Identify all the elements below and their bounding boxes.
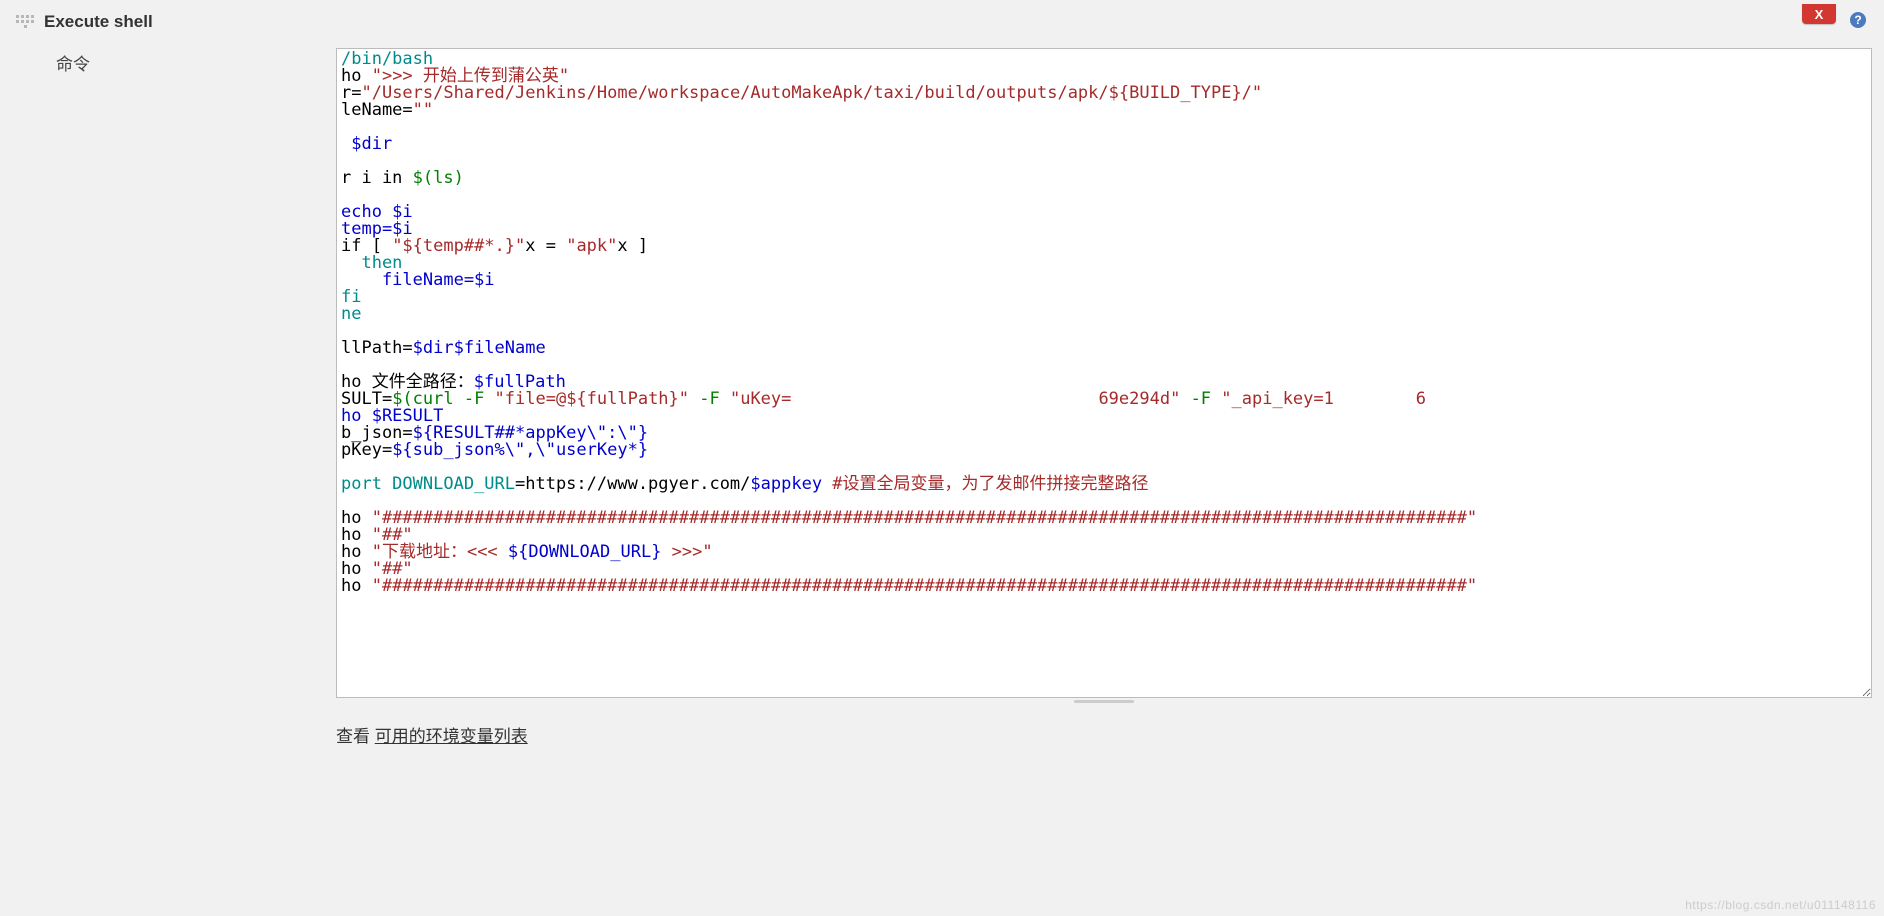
- execute-shell-step: Execute shell X ? 命令 /bin/bash ho ">>> 开…: [12, 8, 1872, 747]
- command-label: 命令: [44, 48, 336, 75]
- drag-handle-icon[interactable]: [16, 12, 34, 30]
- delete-step-button[interactable]: X: [1802, 4, 1836, 24]
- watermark-text: https://blog.csdn.net/u011148116: [1685, 898, 1876, 912]
- env-vars-link[interactable]: 可用的环境变量列表: [375, 727, 528, 746]
- step-header: Execute shell X ?: [44, 8, 1872, 36]
- resize-grip-icon[interactable]: [336, 700, 1872, 708]
- command-area-wrap: /bin/bash ho ">>> 开始上传到蒲公英" r="/Users/Sh…: [336, 48, 1872, 747]
- footer-prefix: 查看: [336, 727, 375, 746]
- env-vars-footer: 查看 可用的环境变量列表: [336, 722, 1872, 747]
- step-title: Execute shell: [44, 12, 153, 32]
- help-icon[interactable]: ?: [1850, 12, 1866, 28]
- command-textarea[interactable]: /bin/bash ho ">>> 开始上传到蒲公英" r="/Users/Sh…: [336, 48, 1872, 698]
- command-field-row: 命令 /bin/bash ho ">>> 开始上传到蒲公英" r="/Users…: [44, 48, 1872, 747]
